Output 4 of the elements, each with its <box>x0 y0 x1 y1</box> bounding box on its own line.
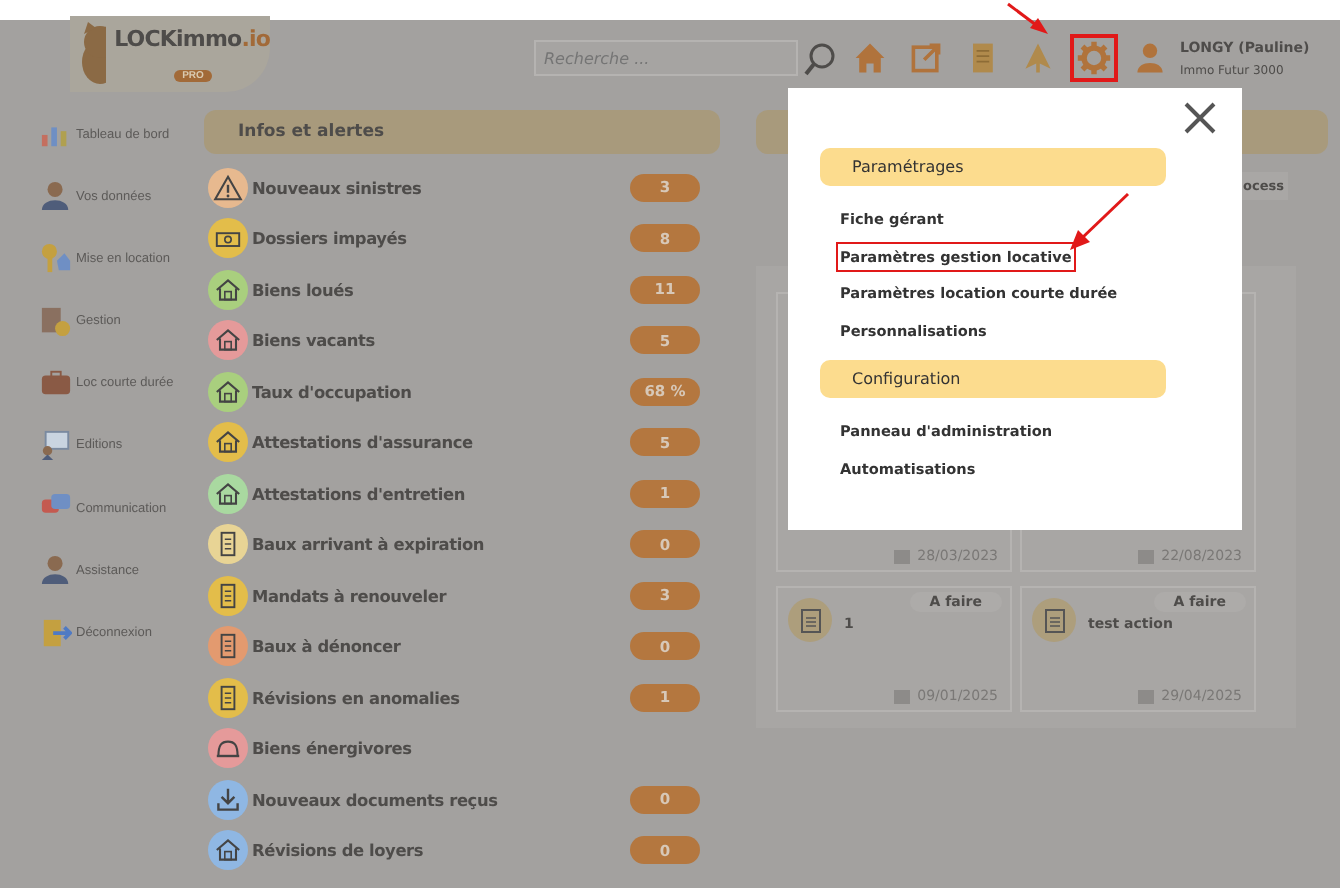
section-header: Infos et alertes <box>204 110 720 154</box>
section-header: Paramétrages <box>820 148 1166 186</box>
section-header: Configuration <box>820 360 1166 398</box>
logo-text: LOCKimmo.io <box>114 25 270 51</box>
